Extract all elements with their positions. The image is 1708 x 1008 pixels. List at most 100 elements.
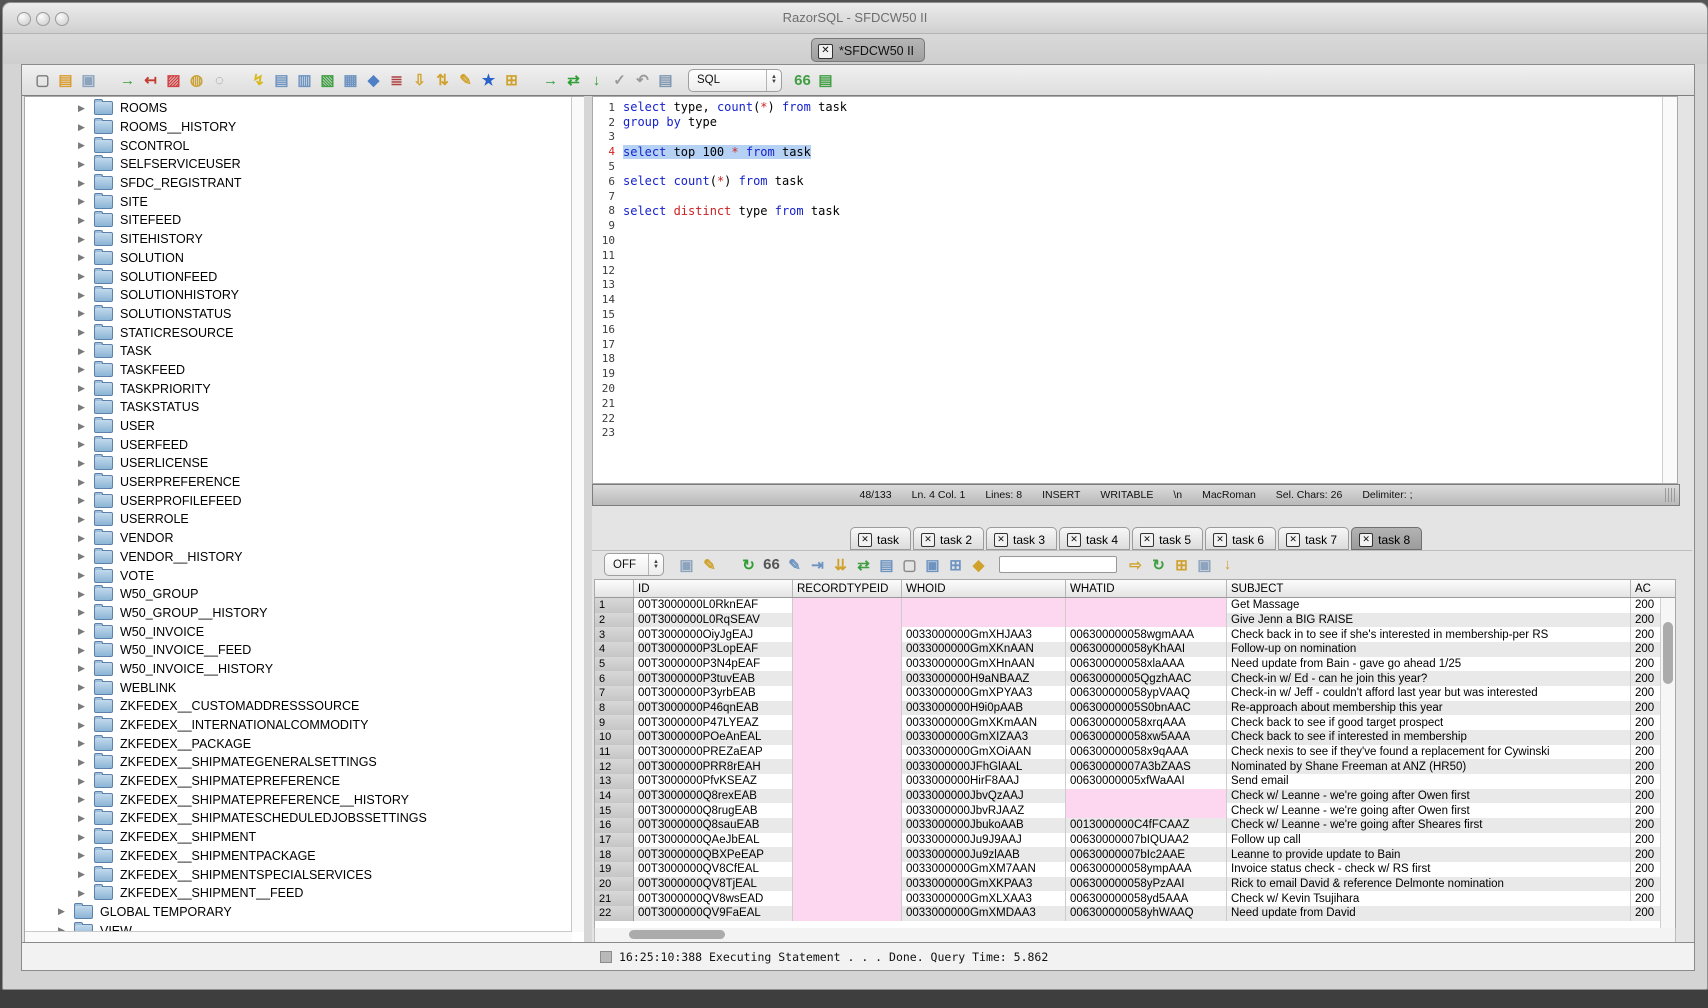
whatid-cell[interactable]: 006300000058yhWAAQ: [1066, 906, 1227, 921]
tree-item[interactable]: ▶ ZKFEDEX__CUSTOMADDRESSSOURCE: [25, 697, 571, 716]
whatid-cell[interactable]: [1066, 789, 1227, 804]
recordtypeid-cell[interactable]: [793, 686, 902, 701]
title-bar[interactable]: RazorSQL - SFDCW50 II: [3, 3, 1707, 34]
disclosure-triangle-icon[interactable]: ▶: [78, 383, 94, 394]
close-tab-icon[interactable]: ✕: [818, 44, 833, 59]
disclosure-triangle-icon[interactable]: ▶: [78, 140, 94, 151]
tree-item[interactable]: ▶ VENDOR__HISTORY: [25, 548, 571, 567]
code-line[interactable]: 7: [595, 189, 1661, 204]
toolbar-icon[interactable]: [524, 70, 538, 91]
table-row[interactable]: 6 00T3000000P3tuvEAB 0033000000H9aNBAAZ …: [595, 671, 1675, 686]
tree-item[interactable]: ▶ ZKFEDEX__SHIPMENT: [25, 828, 571, 847]
code-line[interactable]: 16: [595, 322, 1661, 337]
results-toolbar-icon[interactable]: ▢: [899, 554, 920, 575]
subject-cell[interactable]: Follow up call: [1227, 833, 1631, 848]
id-cell[interactable]: 00T3000000PRR8rEAH: [634, 759, 793, 774]
toolbar-icon[interactable]: ✎: [455, 70, 476, 91]
disclosure-triangle-icon[interactable]: ▶: [78, 701, 94, 712]
whatid-cell[interactable]: [1066, 803, 1227, 818]
disclosure-triangle-icon[interactable]: ▶: [78, 122, 94, 133]
subject-cell[interactable]: Get Massage: [1227, 598, 1631, 613]
subject-cell[interactable]: Nominated by Shane Freeman at ANZ (HR50): [1227, 759, 1631, 774]
tree-item[interactable]: ▶ USERPROFILEFEED: [25, 491, 571, 510]
whoid-cell[interactable]: 0033000000GmXHJAA3: [902, 627, 1066, 642]
disclosure-triangle-icon[interactable]: ▶: [78, 215, 94, 226]
results-toolbar-icon[interactable]: ⊞: [945, 554, 966, 575]
results-tab[interactable]: ✕ task 7: [1278, 527, 1349, 550]
subject-cell[interactable]: Give Jenn a BIG RAISE: [1227, 613, 1631, 628]
toolbar-icon[interactable]: ⇩: [409, 70, 430, 91]
subject-cell[interactable]: Leanne to provide update to Bain: [1227, 847, 1631, 862]
recordtypeid-cell[interactable]: [793, 730, 902, 745]
toolbar-icon[interactable]: ▥: [294, 70, 315, 91]
whoid-cell[interactable]: 0033000000Ju9zlAAB: [902, 847, 1066, 862]
toolbar-icon[interactable]: 66: [792, 70, 813, 91]
results-tab[interactable]: ✕ task 5: [1132, 527, 1203, 550]
toolbar-icon[interactable]: ⊞: [501, 70, 522, 91]
results-toolbar-icon[interactable]: ↻: [1148, 554, 1169, 575]
id-cell[interactable]: 00T3000000P3N4pEAF: [634, 657, 793, 672]
recordtypeid-cell[interactable]: [793, 701, 902, 716]
tree-item[interactable]: ▶ ZKFEDEX__SHIPMATEPREFERENCE__HISTORY: [25, 790, 571, 809]
table-row[interactable]: 1 00T3000000L0RknEAF Get Massage 200: [595, 598, 1675, 613]
tree-item[interactable]: ▶ SITEFEED: [25, 211, 571, 230]
sql-editor[interactable]: 1 select type, count(*) from task 2 grou…: [592, 96, 1678, 484]
results-toolbar-icon[interactable]: 66: [761, 554, 782, 575]
column-header-whatid[interactable]: WHATID: [1066, 580, 1227, 597]
toolbar-icon[interactable]: →: [540, 70, 561, 91]
results-toolbar-icon[interactable]: ↓: [1217, 554, 1238, 575]
id-cell[interactable]: 00T3000000QV8wsEAD: [634, 891, 793, 906]
tree-item[interactable]: ▶ SITE: [25, 192, 571, 211]
panel-splitter[interactable]: [584, 96, 592, 944]
disclosure-triangle-icon[interactable]: ▶: [78, 514, 94, 525]
toolbar-icon[interactable]: ▤: [655, 70, 676, 91]
code-line[interactable]: 22: [595, 411, 1661, 426]
whoid-cell[interactable]: 0033000000JbvRJAAZ: [902, 803, 1066, 818]
disclosure-triangle-icon[interactable]: ▶: [78, 196, 94, 207]
recordtypeid-cell[interactable]: [793, 803, 902, 818]
recordtypeid-cell[interactable]: [793, 833, 902, 848]
tree-item[interactable]: ▶ W50_GROUP__HISTORY: [25, 604, 571, 623]
subject-cell[interactable]: Check nexis to see if they've found a re…: [1227, 745, 1631, 760]
whoid-cell[interactable]: 0033000000JbukoAAB: [902, 818, 1066, 833]
recordtypeid-cell[interactable]: [793, 642, 902, 657]
id-cell[interactable]: 00T3000000Q8rexEAB: [634, 789, 793, 804]
id-cell[interactable]: 00T3000000L0RknEAF: [634, 598, 793, 613]
column-header-whoid[interactable]: WHOID: [902, 580, 1066, 597]
subject-cell[interactable]: Check back to see if interested in membe…: [1227, 730, 1631, 745]
results-toolbar-icon[interactable]: ▣: [676, 554, 697, 575]
toolbar-icon[interactable]: ≣: [386, 70, 407, 91]
id-cell[interactable]: 00T3000000P46qnEAB: [634, 701, 793, 716]
code-line[interactable]: 11: [595, 248, 1661, 263]
toolbar-icon[interactable]: ◌: [209, 70, 230, 91]
recordtypeid-cell[interactable]: [793, 613, 902, 628]
code-line[interactable]: 12: [595, 263, 1661, 278]
whatid-cell[interactable]: [1066, 598, 1227, 613]
statement-type-select[interactable]: SQL ▲▼: [688, 69, 782, 92]
code-line[interactable]: 14: [595, 292, 1661, 307]
whoid-cell[interactable]: 0033000000GmXKPAA3: [902, 877, 1066, 892]
table-row[interactable]: 21 00T3000000QV8wsEAD 0033000000GmXLXAA3…: [595, 891, 1675, 906]
disclosure-triangle-icon[interactable]: ▶: [78, 832, 94, 843]
code-line[interactable]: 2 group by type: [595, 115, 1661, 130]
tree-item[interactable]: ▶ ZKFEDEX__PACKAGE: [25, 734, 571, 753]
whoid-cell[interactable]: 0033000000JFhGlAAL: [902, 759, 1066, 774]
column-header-recordtypeid[interactable]: RECORDTYPEID: [793, 580, 902, 597]
disclosure-triangle-icon[interactable]: ▶: [78, 776, 94, 787]
whatid-cell[interactable]: 006300000058yd5AAA: [1066, 891, 1227, 906]
results-tab[interactable]: ✕ task: [850, 527, 911, 550]
id-cell[interactable]: 00T3000000PfvKSEAZ: [634, 774, 793, 789]
whatid-cell[interactable]: 006300000058xw5AAA: [1066, 730, 1227, 745]
tree-item[interactable]: ▶ TASKSTATUS: [25, 398, 571, 417]
recordtypeid-cell[interactable]: [793, 657, 902, 672]
tree-item[interactable]: ▶ SITEHISTORY: [25, 230, 571, 249]
column-header-subject[interactable]: SUBJECT: [1227, 580, 1631, 597]
toolbar-icon[interactable]: →: [117, 70, 138, 91]
toolbar-icon[interactable]: ↯: [248, 70, 269, 91]
table-row[interactable]: 19 00T3000000QV8CfEAL 0033000000GmXM7AAN…: [595, 862, 1675, 877]
results-tab[interactable]: ✕ task 3: [986, 527, 1057, 550]
id-cell[interactable]: 00T3000000P3yrbEAB: [634, 686, 793, 701]
results-vertical-scrollbar[interactable]: [1660, 598, 1675, 928]
whatid-cell[interactable]: 00630000005QgzhAAC: [1066, 671, 1227, 686]
whoid-cell[interactable]: 0033000000GmXKnAAN: [902, 642, 1066, 657]
